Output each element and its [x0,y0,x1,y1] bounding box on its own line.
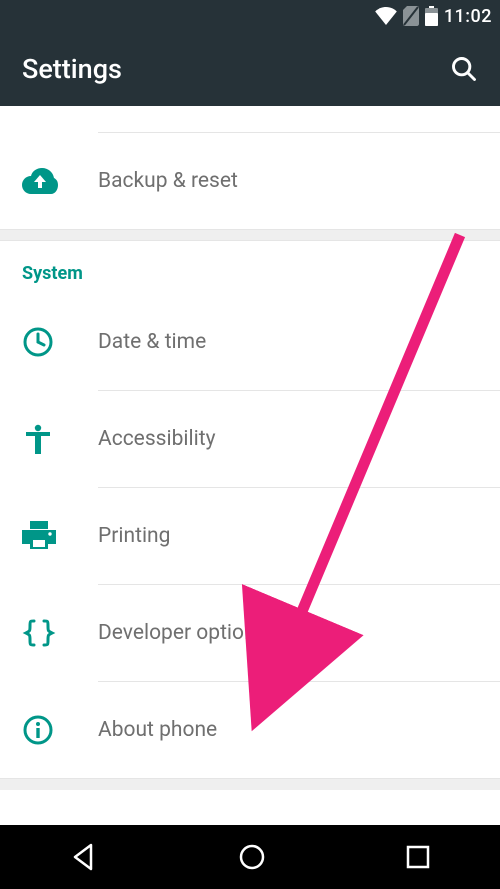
row-label: Accessibility [98,427,216,451]
accessibility-icon [22,423,54,455]
nav-home-button[interactable] [237,842,267,872]
row-developer-options[interactable]: Developer options [0,585,500,681]
status-time: 11:02 [444,6,492,27]
printer-icon [22,521,56,551]
section-gap [0,229,500,241]
braces-icon [22,619,56,647]
nav-back-button[interactable] [69,842,99,872]
app-bar: Settings [0,32,500,106]
page-title: Settings [22,53,450,85]
row-printing[interactable]: Printing [0,488,500,584]
navigation-bar [0,825,500,889]
no-sim-icon [403,6,419,26]
row-about-phone[interactable]: About phone [0,682,500,778]
screen: 11:02 Settings Backup & rese [0,0,500,889]
info-icon [22,714,54,746]
row-accessibility[interactable]: Accessibility [0,391,500,487]
row-label: Date & time [98,330,206,354]
row-label: Developer options [98,621,266,645]
back-icon [69,842,99,872]
settings-list[interactable]: Backup & reset System Date & time [0,106,500,825]
nav-recent-button[interactable] [405,844,431,870]
section-system: System Date & time [0,241,500,778]
section-gap [0,778,500,790]
row-date-time[interactable]: Date & time [0,294,500,390]
recent-apps-icon [405,844,431,870]
row-label: About phone [98,718,217,742]
search-button[interactable] [450,55,478,83]
cloud-up-icon [22,168,58,194]
clock-icon [22,326,54,358]
battery-icon [425,6,438,26]
search-icon [450,55,478,83]
status-bar: 11:02 [0,0,500,32]
row-backup-reset[interactable]: Backup & reset [0,133,500,229]
wifi-icon [375,7,397,25]
section-header-system: System [0,241,500,294]
row-label: Printing [98,524,170,548]
section-personal-tail: Backup & reset [0,106,500,229]
row-label: Backup & reset [98,169,238,193]
home-icon [237,842,267,872]
